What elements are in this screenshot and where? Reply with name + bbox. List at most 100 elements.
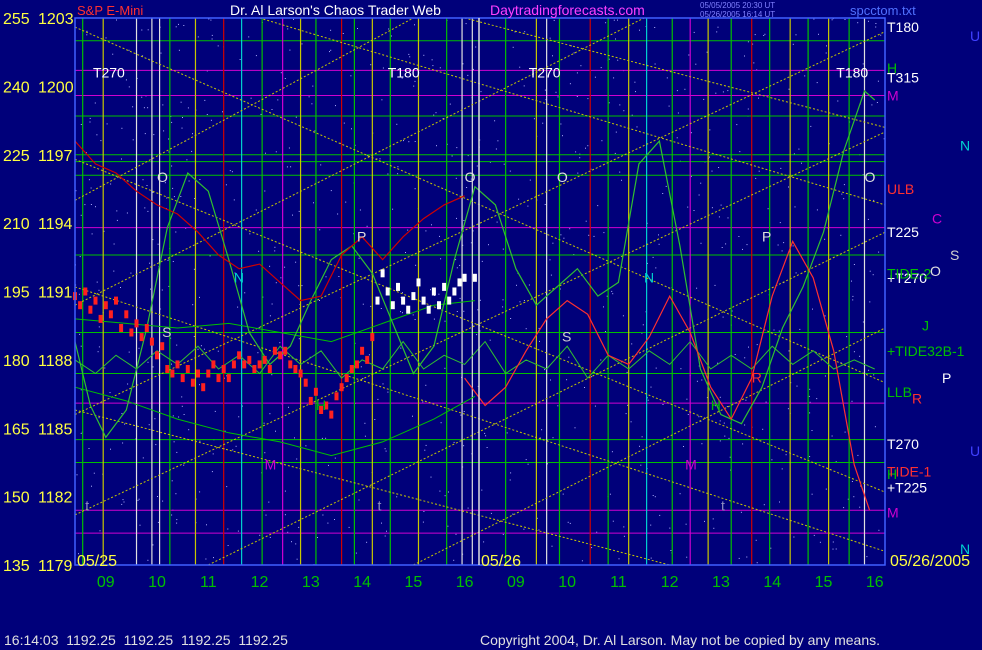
star-dot [402,312,403,314]
star-dot [330,29,332,31]
price-bar [134,319,139,328]
star-dot [294,437,295,439]
chart-annotation: t [377,497,381,513]
star-dot [112,53,114,55]
star-dot [178,416,180,418]
star-dot [192,304,194,306]
star-dot [141,96,143,98]
price-bar [334,392,339,401]
star-dot [161,289,163,291]
star-dot [736,124,738,126]
star-dot [385,450,387,452]
star-dot [877,80,879,82]
star-dot [792,43,794,45]
star-dot [652,256,654,258]
star-dot [431,59,433,61]
star-dot [274,250,276,252]
star-dot [122,442,124,444]
star-dot [729,456,731,458]
star-dot [329,51,330,53]
right-edge-label: M [887,87,899,103]
star-dot [337,213,339,215]
star-dot [859,355,861,357]
star-dot [211,34,213,36]
star-dot [738,557,740,559]
star-dot [381,522,382,524]
chart-annotation: O [157,169,168,185]
chart-annotation: T180 [388,64,420,80]
star-dot [542,122,544,124]
star-dot [715,92,717,94]
star-dot [463,445,465,447]
star-dot [483,541,485,543]
star-dot [463,310,465,312]
star-dot [630,421,632,423]
star-dot [658,243,660,245]
star-dot [362,303,364,305]
star-dot [97,351,99,353]
copyright-notice: Copyright 2004, Dr. Al Larson. May not b… [480,632,880,648]
star-dot [80,345,82,347]
star-dot [439,67,441,69]
star-dot [425,384,427,386]
star-dot [88,179,90,181]
star-dot [837,100,839,102]
star-dot [479,299,481,301]
star-dot [502,306,504,308]
star-dot [747,108,749,110]
star-dot [476,165,478,167]
hour-tick-label: 10 [558,574,576,591]
star-dot [366,541,368,543]
star-dot [693,210,695,211]
star-dot [197,348,199,350]
star-dot [709,129,711,131]
star-dot [296,558,298,560]
price-bar [257,360,262,369]
chart-title: Dr. Al Larson's Chaos Trader Web [230,2,441,18]
star-dot [335,105,336,107]
price-bar [462,273,467,282]
price-bar [447,296,452,305]
price-bar [360,346,365,355]
right-edge-label: ULB [887,181,914,197]
star-dot [516,284,517,286]
oscillator-tick-label: 135 [3,558,30,575]
price-bar [272,346,277,355]
star-dot [330,49,332,51]
star-dot [172,187,174,189]
star-dot [686,398,688,400]
star-dot [325,437,327,439]
star-dot [552,242,554,244]
star-dot [121,158,122,160]
star-dot [227,528,229,530]
star-dot [538,529,540,531]
star-dot [756,562,758,564]
star-dot [722,91,724,93]
star-dot [614,152,616,154]
star-dot [155,444,157,446]
star-dot [484,432,486,434]
star-dot [650,386,652,388]
timestamp-line-1: 05/05/2005 20:30 UT [700,1,775,10]
price-bar [431,287,436,296]
star-dot [593,235,595,237]
star-dot [98,289,100,291]
oscillator-tick-label: 165 [3,421,30,438]
chart-annotation: R [752,370,762,386]
star-dot [176,451,178,453]
star-dot [799,328,801,330]
oscillator-tick-label: 195 [3,285,30,302]
star-dot [433,114,435,116]
star-dot [456,217,457,219]
star-dot [387,391,389,393]
star-dot [96,134,98,136]
star-dot [210,19,212,21]
star-dot [878,529,880,531]
star-dot [569,83,571,85]
star-dot [486,447,488,448]
star-dot [100,140,102,142]
star-dot [301,43,303,45]
star-dot [90,187,92,189]
star-dot [180,101,182,103]
star-dot [259,534,261,536]
